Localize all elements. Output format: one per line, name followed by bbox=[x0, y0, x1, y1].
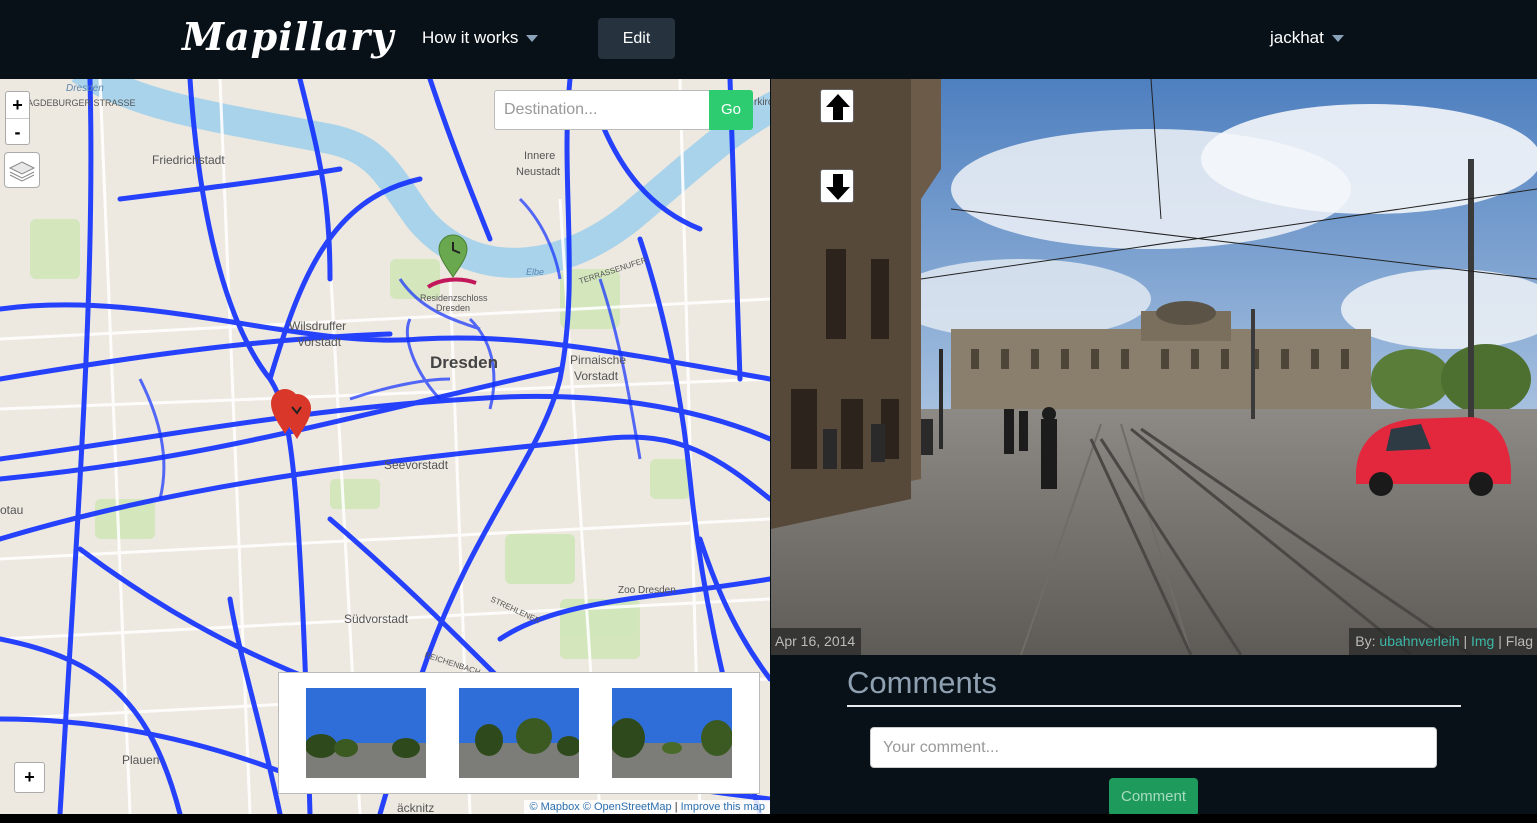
map-label: Zoo Dresden bbox=[618, 585, 676, 596]
map-label: äcknitz bbox=[397, 801, 434, 814]
user-menu[interactable]: jackhat bbox=[1270, 28, 1344, 48]
map-label: Innere bbox=[524, 150, 555, 162]
osm-link[interactable]: © OpenStreetMap bbox=[583, 801, 672, 813]
attribution-separator: | bbox=[674, 801, 678, 813]
map-label: Plauen bbox=[122, 753, 159, 767]
how-it-works-menu[interactable]: How it works bbox=[422, 28, 539, 48]
street-photo[interactable] bbox=[771, 79, 1537, 655]
how-it-works-label: How it works bbox=[422, 28, 519, 47]
arrow-down-icon bbox=[826, 174, 850, 200]
street-photo-image bbox=[771, 79, 1537, 655]
map-label: rkirchen bbox=[754, 97, 770, 108]
backward-arrow-button[interactable] bbox=[820, 169, 854, 203]
zoom-in-button[interactable]: + bbox=[6, 92, 29, 118]
map-label: Neustadt bbox=[516, 166, 560, 178]
edit-button[interactable]: Edit bbox=[598, 18, 675, 59]
go-button[interactable]: Go bbox=[709, 90, 753, 130]
map-label: Vorstadt bbox=[297, 335, 342, 349]
comment-input[interactable] bbox=[870, 727, 1437, 768]
comments-heading: Comments bbox=[847, 665, 1461, 707]
author-link[interactable]: ubahnverleih bbox=[1379, 633, 1459, 649]
map-label: AGDEBURGER STRASSE bbox=[27, 98, 136, 108]
credits-separator: | bbox=[1498, 633, 1502, 649]
improve-map-link[interactable]: Improve this map bbox=[681, 801, 765, 813]
map-label: Elbe bbox=[526, 267, 544, 277]
layers-button[interactable] bbox=[4, 152, 40, 188]
map-label: Residenzschloss bbox=[420, 293, 488, 303]
map-label: Dresden bbox=[430, 353, 498, 372]
map-label: Pirnaische bbox=[570, 353, 626, 367]
chevron-down-icon bbox=[1331, 35, 1344, 43]
thumbnail-strip bbox=[278, 672, 760, 794]
flag-link[interactable]: Flag bbox=[1506, 633, 1533, 649]
map-label: Vorstadt bbox=[574, 369, 619, 383]
top-navbar: Mapillary How it works Edit jackhat bbox=[0, 0, 1537, 79]
layers-icon bbox=[8, 161, 36, 182]
mapbox-link[interactable]: © Mapbox bbox=[529, 801, 579, 813]
comment-submit-button[interactable]: Comment bbox=[1109, 778, 1198, 816]
img-link[interactable]: Img bbox=[1471, 633, 1494, 649]
credits-separator: | bbox=[1463, 633, 1468, 649]
destination-search: Go bbox=[494, 90, 753, 130]
map-attribution: © Mapbox © OpenStreetMap | Improve this … bbox=[524, 800, 770, 814]
thumbnail-zoom-button[interactable]: + bbox=[14, 762, 45, 793]
zoom-out-button[interactable]: - bbox=[6, 118, 29, 144]
photo-date: Apr 16, 2014 bbox=[771, 628, 862, 655]
forward-arrow-button[interactable] bbox=[820, 89, 854, 123]
map-label: Wilsdruffer bbox=[289, 319, 346, 333]
photo-credits: By: ubahnverleih | Img | Flag bbox=[1349, 628, 1537, 655]
map-label: otau bbox=[0, 503, 23, 517]
chevron-down-icon bbox=[526, 35, 539, 43]
photo-thumbnail[interactable] bbox=[459, 688, 579, 778]
map-label: Friedrichstadt bbox=[152, 153, 225, 167]
map-label: Dresden bbox=[436, 303, 470, 313]
bottom-bar bbox=[0, 814, 1537, 823]
map-label: Dresden bbox=[66, 83, 104, 94]
map-label: Südvorstadt bbox=[344, 612, 409, 626]
arrow-up-icon bbox=[826, 94, 850, 120]
destination-input[interactable] bbox=[494, 90, 710, 130]
username-label: jackhat bbox=[1270, 28, 1324, 47]
photo-thumbnail[interactable] bbox=[612, 688, 732, 778]
map-label: Seevorstadt bbox=[384, 458, 449, 472]
map-panel[interactable]: AGDEBURGER STRASSE Dresden Friedrichstad… bbox=[0, 79, 770, 814]
zoom-control: + - bbox=[5, 91, 30, 145]
brand-logo[interactable]: Mapillary bbox=[182, 14, 394, 59]
by-label: By: bbox=[1355, 633, 1376, 649]
photo-thumbnail[interactable] bbox=[306, 688, 426, 778]
